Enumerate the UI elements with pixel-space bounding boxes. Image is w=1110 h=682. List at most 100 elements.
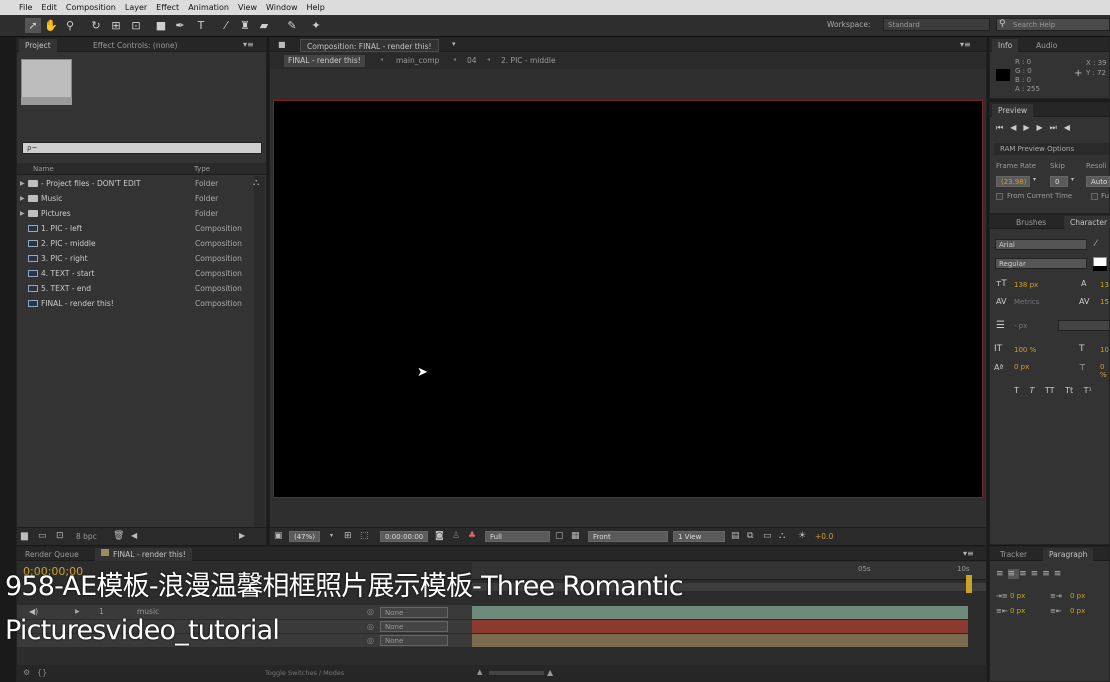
- scroll-left-icon[interactable]: ◀: [131, 531, 137, 540]
- hand-tool-icon[interactable]: ✋: [43, 18, 59, 33]
- rectangle-tool-icon[interactable]: ■: [153, 18, 169, 33]
- menu-layer[interactable]: Layer: [125, 3, 147, 12]
- new-folder-icon[interactable]: ▭: [38, 531, 47, 541]
- baseline-shift-value[interactable]: 0 px: [1014, 363, 1029, 371]
- tab-audio[interactable]: Audio: [1030, 39, 1063, 52]
- indent-first-value[interactable]: 0 px: [1070, 592, 1085, 600]
- pen-tool-icon[interactable]: ✒: [172, 18, 188, 33]
- trash-icon[interactable]: 🗑: [113, 531, 124, 541]
- panel-menu-icon[interactable]: ▾≡: [243, 40, 254, 49]
- tab-paragraph[interactable]: Paragraph: [1043, 548, 1094, 561]
- first-frame-icon[interactable]: ⏮: [996, 123, 1010, 132]
- align-left-icon[interactable]: ≡: [996, 569, 1008, 579]
- toggle-pixel-icon[interactable]: ▤: [731, 531, 740, 541]
- dropdown-icon[interactable]: ▾: [1033, 176, 1036, 183]
- menu-composition[interactable]: Composition: [66, 3, 116, 12]
- frame-rate-select[interactable]: (23.98): [996, 176, 1030, 187]
- tab-tracker[interactable]: Tracker: [994, 548, 1033, 561]
- flowchart-icon[interactable]: ⛬: [779, 531, 785, 541]
- tab-effect-controls[interactable]: Effect Controls: (none): [87, 39, 183, 52]
- timeline-icon[interactable]: ▭: [763, 531, 772, 541]
- tsume-value[interactable]: 0 %: [1100, 363, 1109, 379]
- align-center-icon[interactable]: ≡: [1007, 569, 1020, 579]
- vertical-scale-value[interactable]: 100 %: [1014, 346, 1036, 354]
- zoom-out-icon[interactable]: ▲: [477, 668, 482, 676]
- align-right-icon[interactable]: ≡: [1019, 569, 1031, 579]
- menu-window[interactable]: Window: [266, 3, 298, 12]
- stroke-type-select[interactable]: [1058, 320, 1110, 331]
- tab-render-queue[interactable]: Render Queue: [19, 548, 85, 561]
- eraser-tool-icon[interactable]: ▰: [256, 18, 272, 33]
- list-item[interactable]: 2. PIC - middle Composition: [19, 236, 249, 251]
- exposure-value[interactable]: +0.0: [815, 532, 833, 541]
- tab-preview[interactable]: Preview: [992, 104, 1034, 117]
- exposure-icon[interactable]: ☀: [798, 531, 806, 541]
- space-before-value[interactable]: 0 px: [1010, 607, 1025, 615]
- menu-file[interactable]: File: [19, 3, 32, 12]
- project-search-input[interactable]: ρ~: [22, 142, 262, 154]
- horizontal-scale-value[interactable]: 10: [1100, 346, 1109, 354]
- stroke-width-value[interactable]: - px: [1014, 322, 1027, 330]
- menu-edit[interactable]: Edit: [41, 3, 57, 12]
- snapshot-icon[interactable]: ◙: [435, 531, 444, 541]
- zoom-in-icon[interactable]: ▲: [547, 668, 553, 677]
- lock-icon[interactable]: ■: [278, 40, 286, 49]
- roto-brush-tool-icon[interactable]: ✎: [284, 18, 300, 33]
- faux-italic-icon[interactable]: T: [1029, 386, 1034, 395]
- audio-icon[interactable]: ◀: [1064, 123, 1077, 132]
- resolution-select[interactable]: Auto: [1086, 176, 1110, 187]
- breadcrumb-final[interactable]: FINAL - render this!: [284, 55, 365, 67]
- search-help-input[interactable]: Search Help: [996, 18, 1110, 31]
- faux-bold-icon[interactable]: T: [1014, 386, 1019, 395]
- new-comp-icon[interactable]: ⊡: [56, 531, 64, 541]
- list-item[interactable]: FINAL - render this! Composition: [19, 296, 249, 311]
- breadcrumb-04[interactable]: 04: [467, 56, 477, 65]
- always-preview-icon[interactable]: ▣: [274, 531, 283, 541]
- menu-effect[interactable]: Effect: [156, 3, 179, 12]
- zoom-dropdown-icon[interactable]: ▾: [330, 532, 333, 539]
- from-current-checkbox[interactable]: [996, 193, 1003, 200]
- resolution-select[interactable]: Full: [485, 531, 550, 542]
- menu-view[interactable]: View: [238, 3, 257, 12]
- small-caps-icon[interactable]: Tt: [1065, 386, 1073, 395]
- justify-all-icon[interactable]: ≡: [1054, 569, 1066, 579]
- selection-tool-icon[interactable]: ➚: [25, 18, 41, 33]
- expand-arrow-icon[interactable]: ▶: [20, 206, 25, 221]
- space-after-value[interactable]: 0 px: [1070, 607, 1085, 615]
- ram-preview-options[interactable]: RAM Preview Options: [994, 143, 1109, 155]
- list-item[interactable]: 4. TEXT - start Composition: [19, 266, 249, 281]
- justify-left-icon[interactable]: ≡: [1031, 569, 1043, 579]
- kerning-value[interactable]: Metrics: [1014, 298, 1039, 306]
- mask-visibility-icon[interactable]: ⬚: [360, 531, 369, 541]
- next-frame-icon[interactable]: ▶: [1037, 123, 1050, 132]
- type-tool-icon[interactable]: T: [193, 18, 209, 33]
- skip-select[interactable]: 0: [1050, 176, 1068, 187]
- all-caps-icon[interactable]: TT: [1045, 386, 1055, 395]
- grid-icon[interactable]: ⊞: [344, 531, 352, 541]
- font-select[interactable]: Arial: [995, 239, 1087, 250]
- eyedropper-icon[interactable]: ⁄: [1095, 239, 1097, 249]
- region-of-interest-icon[interactable]: ▢: [555, 531, 564, 541]
- expand-arrow-icon[interactable]: ▶: [20, 191, 25, 206]
- stroke-color-swatch[interactable]: [1093, 266, 1107, 271]
- font-size-value[interactable]: 138 px: [1014, 281, 1038, 289]
- list-item[interactable]: ▶ Music Folder: [19, 191, 249, 206]
- bpc-label[interactable]: 8 bpc: [76, 532, 97, 541]
- tab-project[interactable]: Project: [19, 39, 57, 52]
- play-icon[interactable]: ▶: [1023, 123, 1036, 132]
- current-time[interactable]: 0:00:00:00: [380, 531, 429, 542]
- full-screen-checkbox[interactable]: [1091, 193, 1098, 200]
- superscript-icon[interactable]: T¹: [1084, 386, 1092, 395]
- list-item[interactable]: 1. PIC - left Composition: [19, 221, 249, 236]
- scroll-right-icon[interactable]: ▶: [239, 531, 245, 540]
- tab-character[interactable]: Character: [1064, 216, 1110, 229]
- menu-help[interactable]: Help: [307, 3, 325, 12]
- toggle-transfer-icon[interactable]: {}: [37, 668, 47, 677]
- brush-tool-icon[interactable]: ⁄: [218, 18, 234, 33]
- breadcrumb-main-comp[interactable]: main_comp: [396, 56, 439, 65]
- puppet-pin-tool-icon[interactable]: ✦: [308, 18, 324, 33]
- rotate-tool-icon[interactable]: ↻: [88, 18, 104, 33]
- justify-center-icon[interactable]: ≡: [1042, 569, 1054, 579]
- tab-composition[interactable]: Composition: FINAL - render this!: [300, 39, 439, 52]
- tab-brushes[interactable]: Brushes: [1010, 216, 1052, 229]
